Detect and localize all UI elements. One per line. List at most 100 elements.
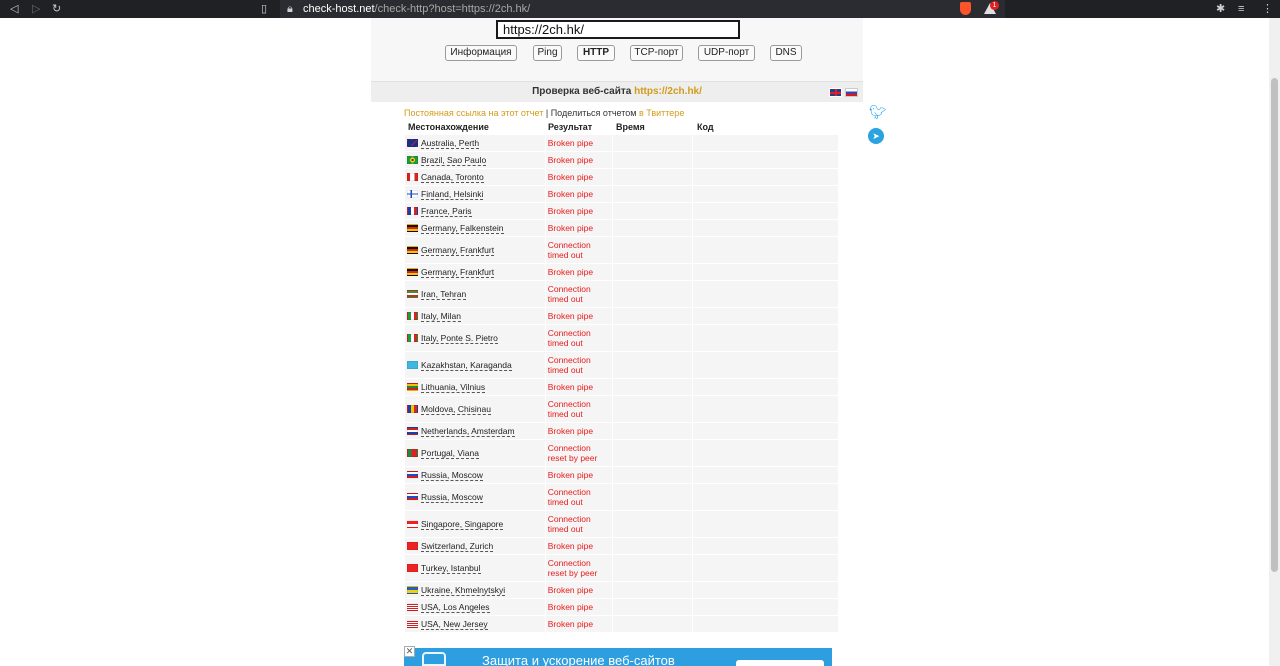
location-link[interactable]: USA, Los Angeles: [421, 602, 490, 613]
country-flag-icon: [407, 405, 418, 413]
location-link[interactable]: Turkey, Istanbul: [421, 563, 481, 574]
code-cell: [693, 511, 838, 537]
telegram-icon[interactable]: ➤: [868, 128, 884, 144]
reload-icon[interactable]: ↻: [52, 2, 61, 16]
tab-udp[interactable]: UDP-порт: [698, 45, 755, 61]
reading-list-icon[interactable]: ≡: [1238, 2, 1244, 16]
location-cell: Germany, Frankfurt: [405, 237, 545, 263]
separator: |: [545, 108, 549, 118]
page-scrollbar[interactable]: [1269, 18, 1280, 666]
country-flag-icon: [407, 268, 418, 276]
russian-flag-icon[interactable]: [845, 88, 858, 97]
browser-toolbar: ◁ ▷ ↻ ▯ 🔒︎ check-host.net/check-http?hos…: [0, 0, 1280, 18]
result-cell: Broken pipe: [545, 467, 612, 483]
result-cell: Broken pipe: [545, 220, 612, 236]
back-icon[interactable]: ◁: [10, 2, 18, 16]
result-cell: Broken pipe: [545, 423, 612, 439]
tab-http[interactable]: HTTP: [577, 45, 615, 61]
location-link[interactable]: Netherlands, Amsterdam: [421, 426, 515, 437]
location-cell: Iran, Tehran: [405, 281, 545, 307]
time-cell: [612, 396, 693, 422]
location-link[interactable]: France, Paris: [421, 206, 472, 217]
ad-button[interactable]: [736, 660, 824, 666]
menu-icon[interactable]: ⋮: [1262, 2, 1273, 16]
bookmark-icon[interactable]: ▯: [261, 2, 267, 16]
address-url[interactable]: check-host.net/check-http?host=https://2…: [303, 2, 530, 16]
code-cell: [693, 281, 838, 307]
table-row: Portugal, Viana Connection reset by peer: [405, 440, 838, 466]
country-flag-icon: [407, 586, 418, 594]
share-text: Поделиться отчетом: [550, 108, 637, 118]
location-link[interactable]: Finland, Helsinki: [421, 189, 484, 200]
alert-badge: 1: [990, 1, 999, 10]
code-cell: [693, 379, 838, 395]
ad-close-button[interactable]: ✕: [404, 646, 415, 657]
tab-info[interactable]: Информация: [445, 45, 517, 61]
table-row: Germany, Frankfurt Connection timed out: [405, 237, 838, 263]
code-cell: [693, 237, 838, 263]
time-cell: [612, 423, 693, 439]
tab-tcp[interactable]: TCP-порт: [630, 45, 683, 61]
lock-icon: 🔒︎: [287, 3, 293, 15]
extensions-icon[interactable]: ✱: [1216, 2, 1225, 16]
table-row: Netherlands, Amsterdam Broken pipe: [405, 423, 838, 439]
report-links: Постоянная ссылка на этот отчет | Подели…: [404, 108, 684, 118]
ad-banner[interactable]: Защита и ускорение веб-сайтов: [404, 648, 832, 666]
table-row: Canada, Toronto Broken pipe: [405, 169, 838, 185]
location-cell: Portugal, Viana: [405, 440, 545, 466]
share-twitter-link[interactable]: в Твиттере: [639, 108, 684, 118]
scrollbar-thumb[interactable]: [1271, 78, 1278, 572]
location-link[interactable]: Portugal, Viana: [421, 448, 479, 459]
result-cell: Broken pipe: [545, 152, 612, 168]
country-flag-icon: [407, 520, 418, 528]
tab-dns[interactable]: DNS: [770, 45, 802, 61]
code-cell: [693, 484, 838, 510]
brave-shields-icon[interactable]: [960, 2, 971, 15]
location-link[interactable]: Kazakhstan, Karaganda: [421, 360, 512, 371]
permalink-link[interactable]: Постоянная ссылка на этот отчет: [404, 108, 543, 118]
location-link[interactable]: Switzerland, Zurich: [421, 541, 494, 552]
table-row: Finland, Helsinki Broken pipe: [405, 186, 838, 202]
location-link[interactable]: Canada, Toronto: [421, 172, 484, 183]
location-link[interactable]: Germany, Falkenstein: [421, 223, 504, 234]
location-cell: Kazakhstan, Karaganda: [405, 352, 545, 378]
result-cell: Broken pipe: [545, 203, 612, 219]
result-cell: Broken pipe: [545, 379, 612, 395]
location-link[interactable]: Iran, Tehran: [421, 289, 467, 300]
twitter-icon[interactable]: 🐦︎: [869, 104, 887, 120]
location-link[interactable]: Singapore, Singapore: [421, 519, 504, 530]
table-row: Italy, Milan Broken pipe: [405, 308, 838, 324]
location-link[interactable]: Germany, Frankfurt: [421, 245, 495, 256]
checked-host-link[interactable]: https://2ch.hk/: [634, 86, 702, 97]
location-link[interactable]: Russia, Moscow: [421, 492, 483, 503]
location-link[interactable]: Russia, Moscow: [421, 470, 483, 481]
location-link[interactable]: Australia, Perth: [421, 138, 480, 149]
location-link[interactable]: Lithuania, Vilnius: [421, 382, 486, 393]
time-cell: [612, 352, 693, 378]
time-cell: [612, 135, 693, 151]
result-cell: Broken pipe: [545, 264, 612, 280]
forward-icon[interactable]: ▷: [32, 2, 40, 16]
code-cell: [693, 440, 838, 466]
english-flag-icon[interactable]: [829, 88, 842, 97]
location-cell: USA, Los Angeles: [405, 599, 545, 615]
tab-ping[interactable]: Ping: [533, 45, 562, 61]
location-link[interactable]: Italy, Milan: [421, 311, 461, 322]
time-cell: [612, 555, 693, 581]
time-cell: [612, 220, 693, 236]
host-input[interactable]: [496, 20, 740, 39]
country-flag-icon: [407, 449, 418, 457]
code-cell: [693, 135, 838, 151]
location-link[interactable]: Italy, Ponte S. Pietro: [421, 333, 498, 344]
location-link[interactable]: USA, New Jersey: [421, 619, 488, 630]
table-row: Turkey, Istanbul Connection reset by peer: [405, 555, 838, 581]
location-link[interactable]: Brazil, Sao Paulo: [421, 155, 487, 166]
location-link[interactable]: Ukraine, Khmelnytskyi: [421, 585, 506, 596]
result-cell: Broken pipe: [545, 308, 612, 324]
location-cell: Italy, Ponte S. Pietro: [405, 325, 545, 351]
location-link[interactable]: Moldova, Chisinau: [421, 404, 491, 415]
location-cell: Lithuania, Vilnius: [405, 379, 545, 395]
location-link[interactable]: Germany, Frankfurt: [421, 267, 495, 278]
location-cell: Ukraine, Khmelnytskyi: [405, 582, 545, 598]
time-cell: [612, 440, 693, 466]
